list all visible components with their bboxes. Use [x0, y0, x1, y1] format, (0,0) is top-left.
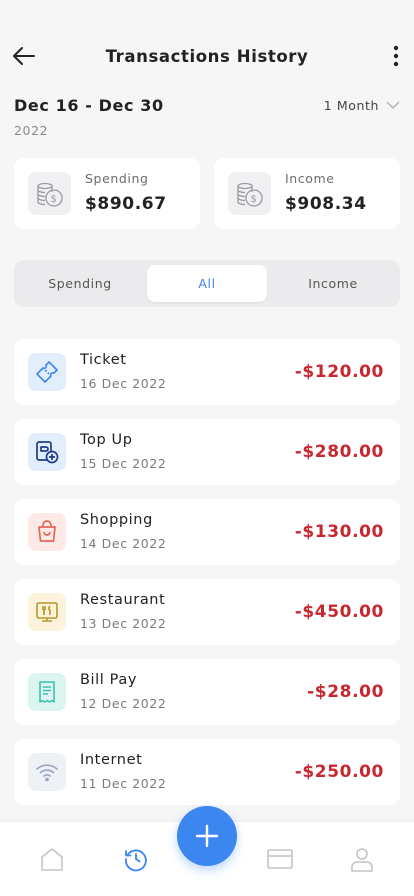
restaurant-icon: [28, 593, 66, 631]
transaction-name: Shopping: [80, 512, 153, 528]
ticket-icon: [28, 353, 66, 391]
more-options-button[interactable]: [384, 42, 408, 70]
svg-text:$: $: [250, 194, 257, 205]
history-icon[interactable]: [121, 844, 151, 874]
coins-icon: $: [228, 172, 271, 215]
filter-tabs: Spending All Income: [14, 260, 400, 307]
income-label: Income: [285, 171, 335, 186]
receipt-icon: [28, 673, 66, 711]
income-summary-card[interactable]: $ Income $908.34: [214, 158, 400, 229]
transaction-date: 15 Dec 2022: [80, 456, 167, 471]
wifi-icon: [28, 753, 66, 791]
card-icon[interactable]: [265, 844, 295, 874]
shopping-bag-icon: [28, 513, 66, 551]
tab-all[interactable]: All: [147, 265, 267, 302]
tab-spending[interactable]: Spending: [20, 265, 140, 302]
svg-text:$: $: [50, 194, 57, 205]
transaction-date: 11 Dec 2022: [80, 776, 167, 791]
transaction-date: 13 Dec 2022: [80, 616, 167, 631]
top-up-icon: [28, 433, 66, 471]
transaction-row[interactable]: Shopping 14 Dec 2022 -$130.00: [14, 499, 400, 565]
transaction-amount: -$130.00: [294, 522, 384, 542]
period-dropdown[interactable]: 1 Month: [324, 98, 400, 113]
income-amount: $908.34: [285, 194, 367, 214]
period-label: 1 Month: [323, 98, 379, 113]
transaction-date: 12 Dec 2022: [80, 696, 167, 711]
transaction-row[interactable]: Bill Pay 12 Dec 2022 -$28.00: [14, 659, 400, 725]
spending-label: Spending: [85, 171, 149, 186]
transaction-amount: -$28.00: [307, 682, 384, 702]
transaction-name: Bill Pay: [80, 672, 138, 688]
transaction-amount: -$450.00: [294, 602, 384, 622]
spending-summary-card[interactable]: $ Spending $890.67: [14, 158, 200, 229]
tab-income[interactable]: Income: [273, 265, 393, 302]
transaction-date: 16 Dec 2022: [80, 376, 167, 391]
home-icon[interactable]: [37, 844, 67, 874]
transaction-amount: -$250.00: [294, 762, 384, 782]
transaction-row[interactable]: Restaurant 13 Dec 2022 -$450.00: [14, 579, 400, 645]
transaction-name: Internet: [80, 752, 143, 768]
transaction-amount: -$280.00: [294, 442, 384, 462]
transaction-row[interactable]: Ticket 16 Dec 2022 -$120.00: [14, 339, 400, 405]
coins-icon: $: [28, 172, 71, 215]
transaction-row[interactable]: Internet 11 Dec 2022 -$250.00: [14, 739, 400, 805]
profile-icon[interactable]: [347, 844, 377, 874]
spending-amount: $890.67: [85, 194, 167, 214]
transaction-date: 14 Dec 2022: [80, 536, 167, 551]
date-range-year: 2022: [14, 123, 49, 138]
page-title: Transactions History: [105, 47, 309, 66]
transaction-row[interactable]: Top Up 15 Dec 2022 -$280.00: [14, 419, 400, 485]
transaction-amount: -$120.00: [294, 362, 384, 382]
date-range: Dec 16 - Dec 30: [14, 96, 164, 115]
chevron-down-icon: [386, 101, 400, 110]
app-header: Transactions History: [0, 38, 414, 78]
more-vertical-icon: [393, 45, 399, 67]
transaction-name: Top Up: [80, 432, 133, 448]
plus-icon: [195, 824, 219, 848]
transaction-name: Restaurant: [80, 592, 166, 608]
add-transaction-button[interactable]: [177, 806, 237, 866]
transaction-name: Ticket: [80, 352, 127, 368]
